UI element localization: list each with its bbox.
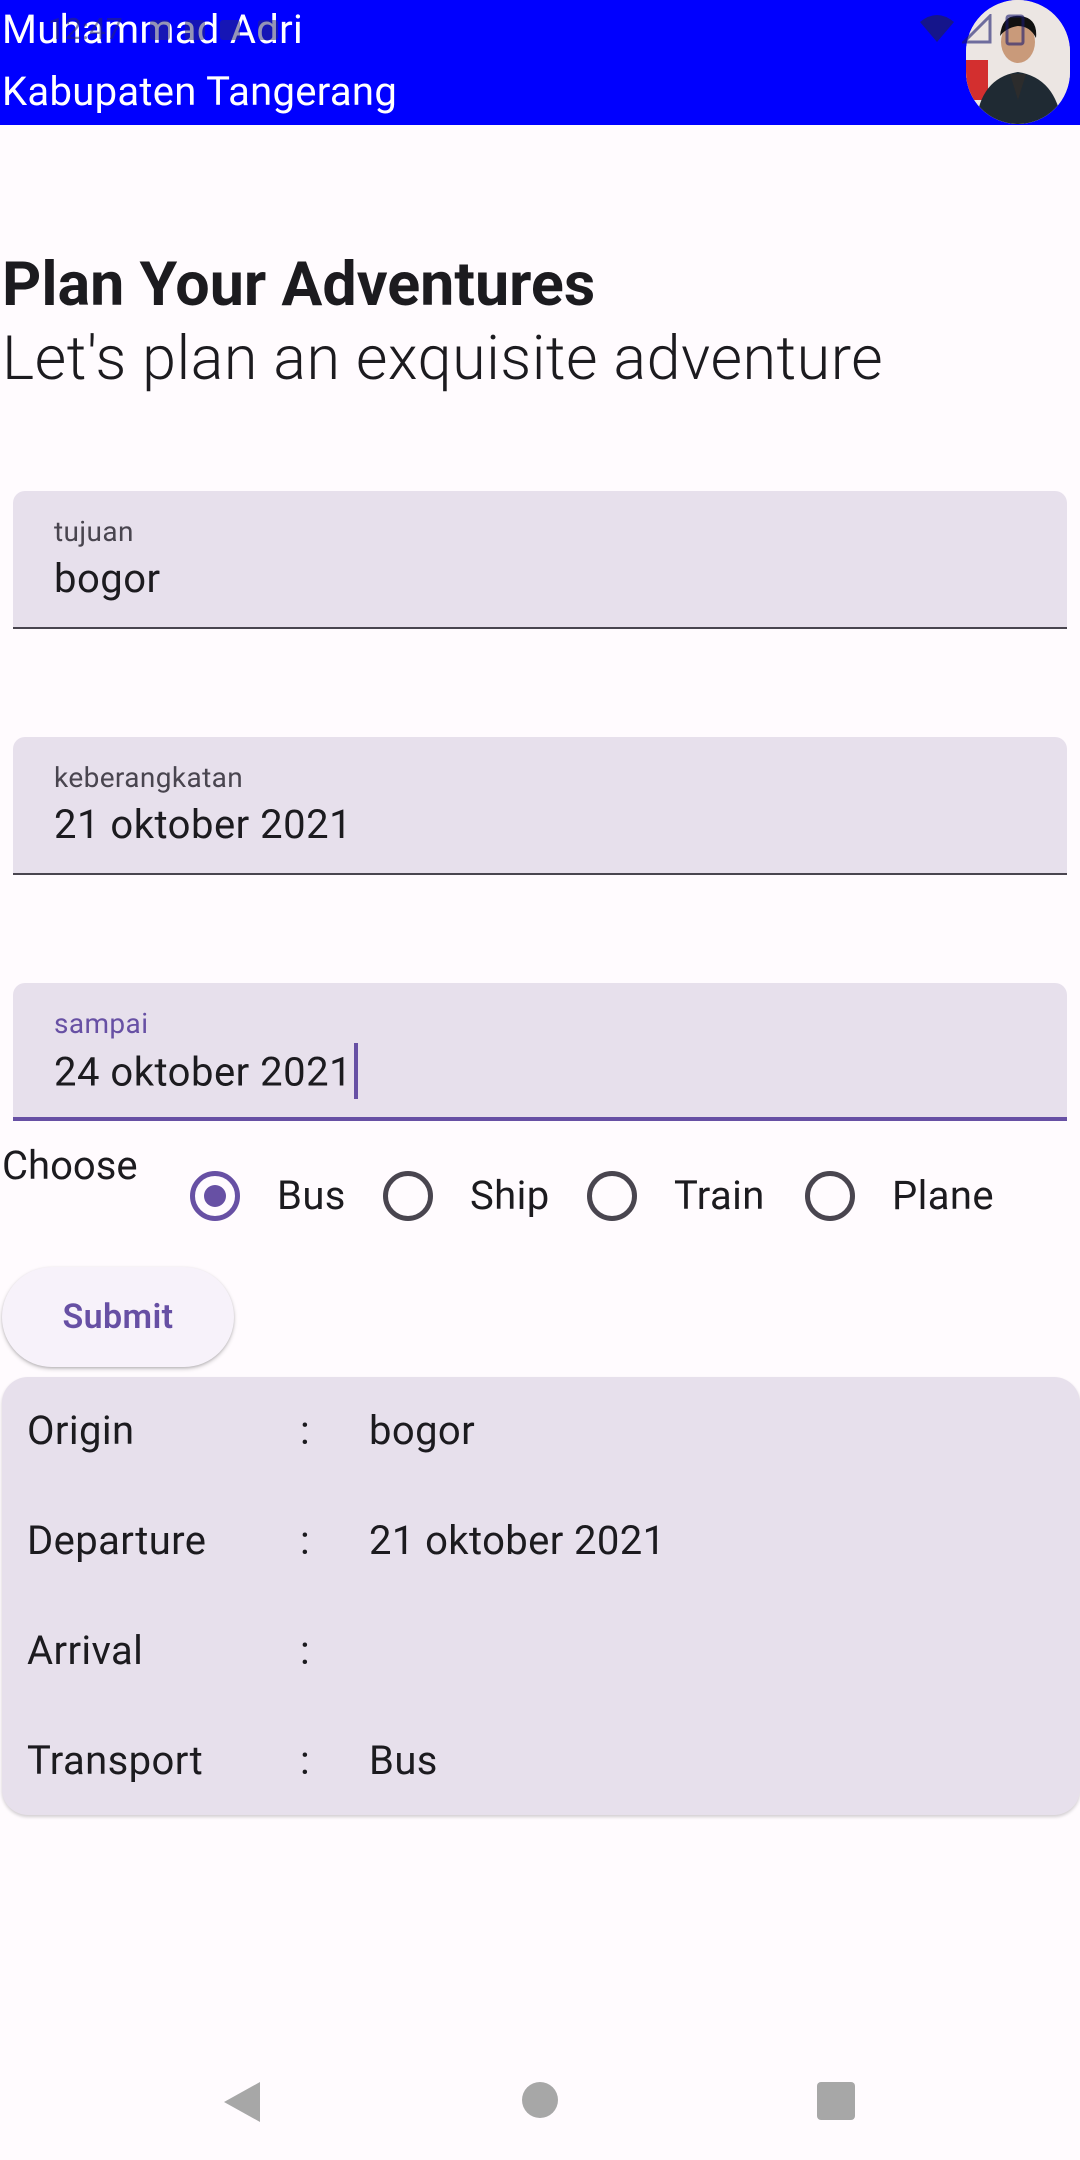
summary-transport-key: Transport: [27, 1737, 204, 1784]
submit-button[interactable]: Submit: [2, 1267, 234, 1367]
radio-label-bus[interactable]: Bus: [277, 1172, 346, 1219]
departure-label: keberangkatan: [54, 761, 244, 794]
radio-bus[interactable]: [190, 1171, 240, 1221]
user-name: Muhammad Adri: [2, 6, 303, 53]
departure-value: 21 oktober 2021: [54, 801, 353, 848]
avatar: [966, 0, 1070, 124]
page-title: Plan Your Adventures: [2, 248, 596, 320]
radio-label-plane[interactable]: Plane: [892, 1172, 994, 1219]
destination-label: tujuan: [54, 515, 134, 548]
arrival-field[interactable]: sampai 24 oktober 2021: [13, 983, 1067, 1121]
arrival-value: 24 oktober 2021: [54, 1048, 353, 1096]
home-icon[interactable]: [522, 2082, 558, 2118]
transport-label: Choose: [2, 1142, 138, 1189]
summary-origin-key: Origin: [27, 1407, 135, 1454]
summary-transport-value: Bus: [369, 1737, 438, 1784]
departure-field[interactable]: keberangkatan 21 oktober 2021: [13, 737, 1067, 875]
destination-field[interactable]: tujuan bogor: [13, 491, 1067, 629]
summary-origin-value: bogor: [369, 1407, 476, 1454]
radio-label-ship[interactable]: Ship: [470, 1172, 550, 1219]
back-icon[interactable]: [220, 2080, 264, 2124]
summary-card: Origin : bogor Departure : 21 oktober 20…: [2, 1377, 1080, 1815]
summary-origin-sep: :: [300, 1407, 310, 1454]
radio-ship[interactable]: [383, 1171, 433, 1221]
user-location: Kabupaten Tangerang: [2, 68, 398, 115]
summary-departure-key: Departure: [27, 1517, 207, 1564]
radio-label-train[interactable]: Train: [674, 1172, 765, 1219]
user-photo-icon: [966, 0, 1070, 124]
page-subtitle: Let's plan an exquisite adventure: [2, 322, 884, 394]
arrival-value-row: 24 oktober 2021: [54, 1043, 359, 1103]
summary-departure-sep: :: [300, 1517, 310, 1564]
summary-departure-value: 21 oktober 2021: [369, 1517, 666, 1564]
summary-arrival-key: Arrival: [27, 1627, 144, 1674]
text-cursor: [354, 1043, 359, 1099]
radio-train[interactable]: [587, 1171, 637, 1221]
recent-apps-icon[interactable]: [817, 2082, 855, 2120]
summary-arrival-sep: :: [300, 1627, 310, 1674]
radio-plane[interactable]: [805, 1171, 855, 1221]
profile-header: Muhammad Adri Kabupaten Tangerang: [0, 0, 1080, 125]
summary-transport-sep: :: [300, 1737, 310, 1784]
arrival-label: sampai: [54, 1007, 149, 1040]
destination-value: bogor: [54, 555, 161, 602]
